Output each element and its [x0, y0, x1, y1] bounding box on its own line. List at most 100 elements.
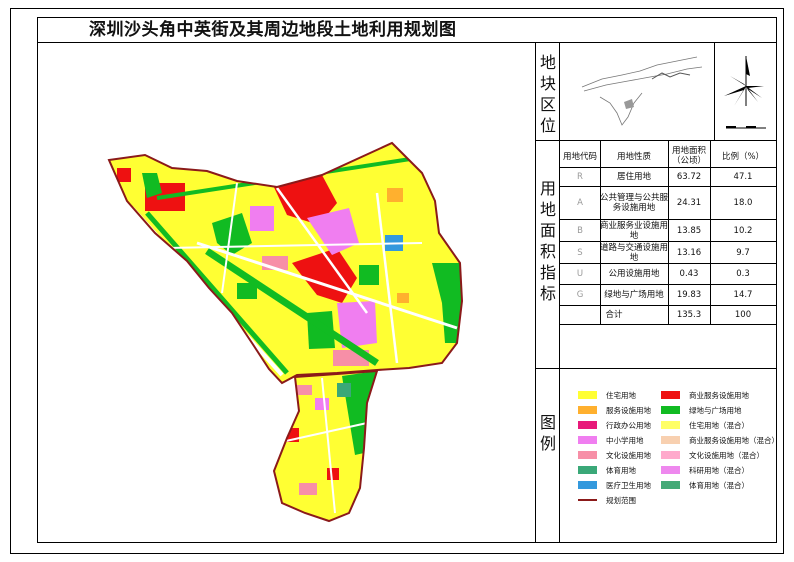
table-cell-name: 绿地与广场用地 — [604, 290, 664, 300]
legend-item-label: 文化设施用地 — [606, 450, 651, 460]
table-total-area: 135.3 — [676, 309, 702, 320]
service-parcel — [387, 188, 403, 202]
legend-item-label: 住宅用地（混合） — [689, 420, 749, 430]
legend-item: 住宅用地（混合） — [661, 420, 749, 430]
table-header: 用地代码 — [562, 152, 597, 162]
school-parcel — [315, 398, 329, 410]
table-cell-name: 公共管理与公共服务设施用地 — [600, 193, 669, 213]
legend-swatch — [578, 421, 597, 429]
table-cell-name: 公用设施用地 — [608, 269, 660, 279]
table-cell-code: R — [577, 172, 583, 182]
table-header: 比例（%） — [721, 152, 765, 162]
divider — [536, 140, 777, 141]
legend-item: 科研用地（混合） — [661, 465, 749, 475]
table-cell-name: 商业服务业设施用地 — [600, 220, 669, 241]
legend-item-label: 商业服务设施用地（混合） — [689, 435, 779, 445]
table-cell-pct: 9.7 — [736, 247, 750, 258]
table-cell-area: 0.43 — [679, 269, 699, 279]
commercial-parcel — [327, 468, 339, 480]
culture-parcel — [292, 385, 312, 395]
legend-item-label: 体育用地（混合） — [689, 480, 749, 490]
legend-item-label: 住宅用地 — [606, 390, 636, 400]
legend-item: 体育用地 — [578, 465, 636, 475]
legend-swatch — [578, 406, 597, 414]
table-total-label: 合计 — [605, 309, 623, 320]
table-divider — [600, 141, 601, 324]
table-cell-pct: 47.1 — [733, 172, 753, 182]
legend-swatch — [661, 466, 680, 474]
title-bar: 深圳沙头角中英街及其周边地段土地利用规划图 — [37, 17, 777, 43]
table-divider — [668, 141, 669, 324]
legend-item: 商业服务设施用地（混合） — [661, 435, 779, 445]
legend-item: 住宅用地 — [578, 390, 636, 400]
map-title: 深圳沙头角中英街及其周边地段土地利用规划图 — [89, 20, 457, 40]
legend-item-label: 服务设施用地 — [606, 405, 651, 415]
north-arrow-icon — [724, 56, 766, 129]
green-parcel — [359, 265, 379, 285]
legend-swatch — [578, 391, 597, 399]
legend-swatch — [661, 391, 680, 399]
legend-item: 商业服务设施用地 — [661, 390, 749, 400]
culture-parcel — [299, 483, 317, 495]
table-cell-code: A — [577, 198, 583, 208]
legend-item: 文化设施用地 — [578, 450, 651, 460]
legend-label: 图例 — [539, 413, 556, 453]
table-cell-code: B — [577, 225, 583, 236]
legend-swatch — [578, 436, 597, 444]
table-cell-area: 13.85 — [676, 225, 702, 236]
legend-swatch — [578, 499, 597, 501]
table-cell-area: 24.31 — [676, 198, 702, 208]
legend-item-label: 行政办公用地 — [606, 420, 651, 430]
location-label: 地块区位 — [539, 53, 556, 135]
table-header: 用地性质 — [616, 152, 651, 162]
legend-item: 体育用地（混合） — [661, 480, 749, 490]
table-cell-name: 道路与交通设施用地 — [600, 242, 669, 263]
legend-swatch — [661, 421, 680, 429]
divider — [536, 368, 777, 369]
legend-item-label: 体育用地 — [606, 465, 636, 475]
location-thumbnail — [581, 56, 703, 126]
table-cell-pct: 18.0 — [733, 198, 753, 208]
legend-swatch — [661, 481, 680, 489]
table-cell-name: 居住用地 — [616, 172, 651, 182]
sport-parcel — [337, 383, 351, 397]
table-cell-area: 19.83 — [676, 290, 702, 300]
commercial-parcel — [117, 168, 131, 182]
land-use-map — [107, 141, 464, 523]
info-panel: 地块区位 用地面积指标 图例 用地代码 用地性质 用地面积（公顷） 比例（%） … — [536, 43, 779, 543]
legend-item: 绿地与广场用地 — [661, 405, 742, 415]
table-cell-pct: 10.2 — [733, 225, 753, 236]
legend-item: 医疗卫生用地 — [578, 480, 651, 490]
table-cell-code: G — [576, 290, 584, 300]
legend-swatch — [661, 451, 680, 459]
table-cell-code: S — [577, 247, 583, 258]
legend-item-label: 科研用地（混合） — [689, 465, 749, 475]
legend-item-label: 商业服务设施用地 — [689, 390, 749, 400]
table-cell-pct: 14.7 — [733, 290, 753, 300]
legend-swatch — [661, 406, 680, 414]
table-divider — [710, 141, 711, 324]
legend-item: 中小学用地 — [578, 435, 644, 445]
legend-item: 服务设施用地 — [578, 405, 651, 415]
table-header: 用地面积（公顷） — [671, 146, 706, 166]
table-divider — [559, 324, 777, 325]
table-cell-area: 13.16 — [676, 247, 702, 258]
table-cell-area: 63.72 — [676, 172, 702, 182]
legend-item: 规划范围 — [578, 495, 636, 505]
table-total-pct: 100 — [734, 309, 752, 320]
table-cell-pct: 0.3 — [736, 269, 750, 279]
legend-item-label: 规划范围 — [606, 495, 636, 505]
school-parcel — [250, 206, 274, 231]
map-panel — [37, 43, 536, 543]
legend-item-label: 医疗卫生用地 — [606, 480, 651, 490]
legend-swatch — [578, 466, 597, 474]
legend-item-label: 绿地与广场用地 — [689, 405, 742, 415]
legend-item-label: 中小学用地 — [606, 435, 644, 445]
legend-item-label: 文化设施用地（混合） — [689, 450, 764, 460]
legend-item: 文化设施用地（混合） — [661, 450, 764, 460]
legend-swatch — [661, 436, 680, 444]
legend-swatch — [578, 481, 597, 489]
legend-swatch — [578, 451, 597, 459]
service-parcel — [397, 293, 409, 303]
table-cell-code: U — [576, 269, 584, 279]
